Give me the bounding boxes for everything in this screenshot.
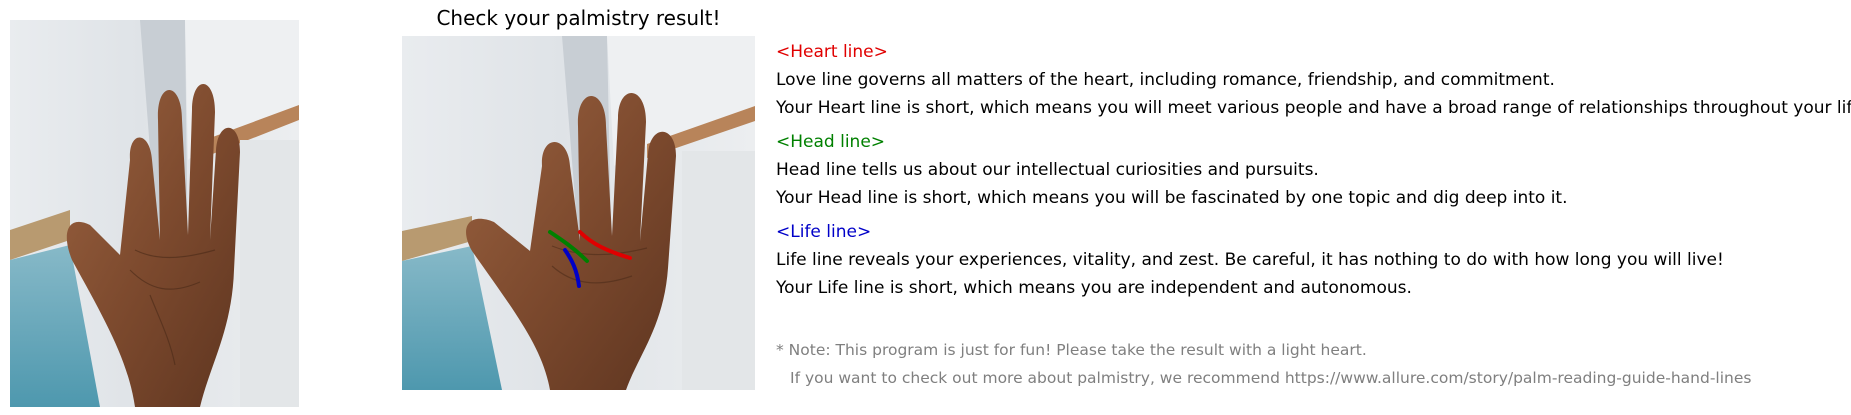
- page-title: Check your palmistry result!: [436, 6, 721, 30]
- palm-photo-with-detected-lines: [402, 36, 755, 390]
- palm-photo-original: [10, 20, 299, 407]
- disclaimer-note: * Note: This program is just for fun! Pl…: [776, 336, 1751, 392]
- head-line-description: Head line tells us about our intellectua…: [776, 160, 1319, 180]
- heart-line-result: Your Heart line is short, which means yo…: [776, 98, 1851, 118]
- life-line-section: <Life line> Life line reveals your exper…: [776, 218, 1846, 302]
- palm-line-results: <Heart line> Love line governs all matte…: [776, 38, 1851, 308]
- head-line-heading: <Head line>: [776, 132, 886, 152]
- note-line-1: * Note: This program is just for fun! Pl…: [776, 341, 1367, 359]
- life-line-result: Your Life line is short, which means you…: [776, 278, 1412, 298]
- life-line-heading: <Life line>: [776, 222, 872, 242]
- head-line-result: Your Head line is short, which means you…: [776, 188, 1568, 208]
- heart-line-section: <Heart line> Love line governs all matte…: [776, 38, 1851, 122]
- head-line-section: <Head line> Head line tells us about our…: [776, 128, 1846, 212]
- note-line-2: If you want to check out more about palm…: [790, 369, 1752, 387]
- heart-line-heading: <Heart line>: [776, 42, 888, 62]
- life-line-description: Life line reveals your experiences, vita…: [776, 250, 1724, 270]
- heart-line-description: Love line governs all matters of the hea…: [776, 70, 1555, 90]
